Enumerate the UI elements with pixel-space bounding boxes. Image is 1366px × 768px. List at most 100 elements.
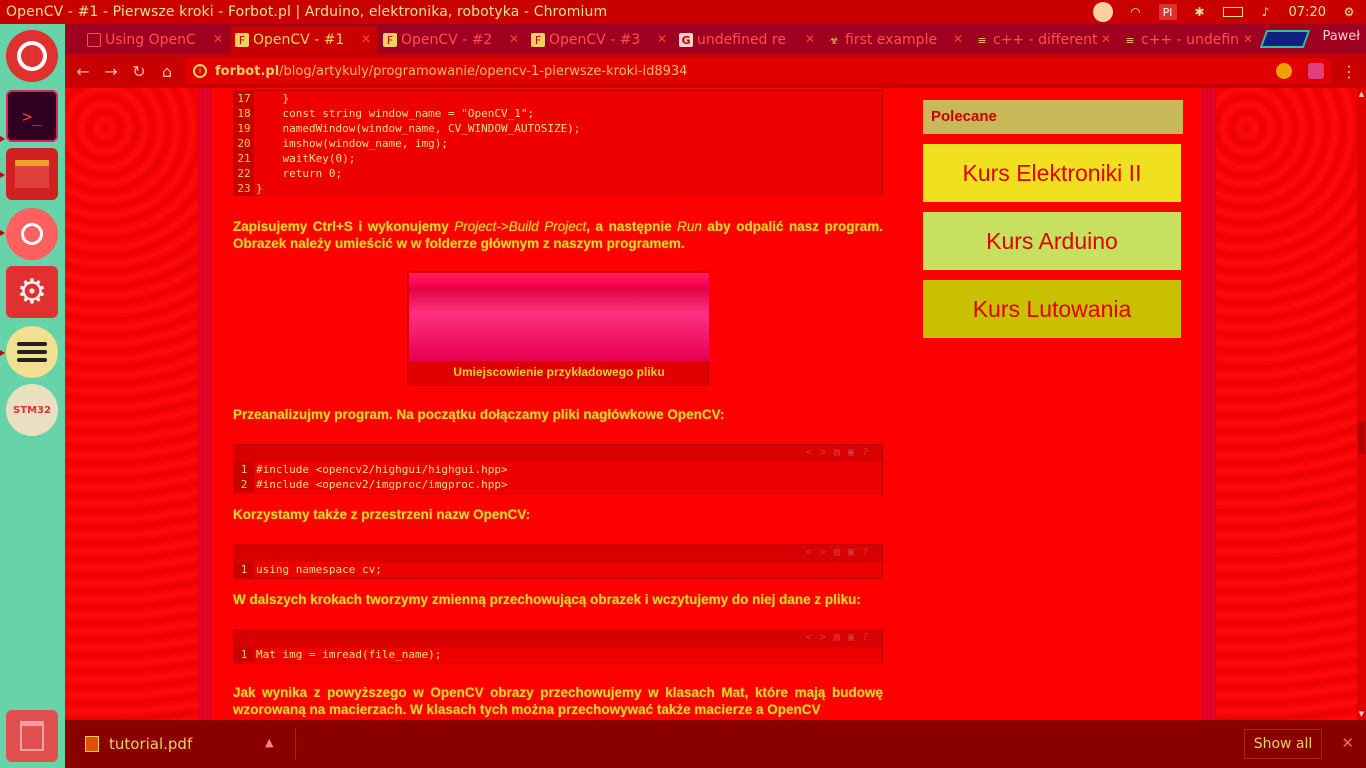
site-info-icon[interactable]: i [193, 64, 207, 78]
terminal-icon[interactable]: >_ [6, 90, 58, 142]
address-bar[interactable]: i forbot.pl/blog/artykuly/programowanie/… [185, 58, 1331, 84]
back-arrow-icon[interactable]: ← [73, 61, 93, 81]
settings-icon[interactable]: ⚙ [6, 266, 58, 318]
tab[interactable]: F OpenCV - #2 ✕ [379, 26, 525, 54]
download-item[interactable]: tutorial.pdf [85, 735, 192, 753]
trash-icon[interactable] [6, 710, 58, 762]
code-block: 17 } 18 const string window_name = "Open… [233, 90, 883, 196]
code-block: <>▤▣? 1 using namespace cv; [233, 544, 883, 579]
close-tab-icon[interactable]: ✕ [213, 32, 223, 46]
code-toolbar: <>▤▣? [234, 630, 882, 647]
sidebar-heading: Polecane [923, 100, 1183, 134]
background-pattern [1207, 88, 1357, 720]
keyboard-layout-indicator[interactable]: Pl [1158, 4, 1177, 20]
line-number: 1 [234, 562, 254, 577]
line-number: 17 [234, 91, 254, 106]
tab[interactable]: F OpenCV - #3 ✕ [527, 26, 673, 54]
screenshot-image[interactable] [409, 273, 709, 361]
power-gear-icon[interactable]: ⚙ [1340, 4, 1358, 20]
profile-button[interactable]: Paweł [1322, 29, 1360, 44]
code-tools-icons[interactable]: <>▤▣? [806, 447, 876, 458]
show-all-downloads-button[interactable]: Show all [1244, 729, 1322, 759]
course-soldering-button[interactable]: Kurs Lutowania [923, 280, 1181, 338]
close-tab-icon[interactable]: ✕ [1243, 32, 1253, 46]
files-icon[interactable] [6, 148, 58, 200]
page-scrollbar[interactable]: ▲ ▼ [1357, 88, 1366, 720]
menu-path-text: Project->Build Project [454, 219, 587, 234]
code-text: Mat img = imread(file_name); [256, 648, 442, 661]
chevron-up-icon[interactable]: ▲ [265, 736, 273, 749]
close-tab-icon[interactable]: ✕ [657, 32, 667, 46]
paragraph: W dalszych krokach tworzymy zmienną prze… [233, 592, 861, 607]
scroll-down-icon[interactable]: ▼ [1357, 710, 1366, 718]
close-tab-icon[interactable]: ✕ [509, 32, 519, 46]
close-icon[interactable]: ✕ [1341, 734, 1354, 752]
close-tab-icon[interactable]: ✕ [1101, 32, 1111, 46]
menu-kebab-icon[interactable]: ⋮ [1339, 61, 1359, 81]
scroll-up-icon[interactable]: ▲ [1357, 90, 1366, 98]
line-number: 23 [234, 181, 254, 196]
wifi-icon[interactable]: ◠ [1127, 4, 1145, 20]
stackoverflow-icon: ≡ [977, 33, 987, 47]
reload-icon[interactable]: ↻ [129, 61, 149, 81]
pdf-file-icon [85, 736, 99, 752]
code-tools-icons[interactable]: <>▤▣? [806, 632, 876, 643]
ubuntu-dash-icon[interactable] [6, 30, 58, 82]
forbot-icon: F [531, 33, 545, 47]
tab[interactable]: ≡ c++ - undefin ✕ [1119, 26, 1259, 54]
decorative-stripe [198, 88, 212, 720]
course-electronics-button[interactable]: Kurs Elektroniki II [923, 144, 1181, 202]
tab-label: undefined re [697, 32, 786, 48]
unity-launcher: >_ ⚙ STM32 [0, 24, 65, 768]
scroll-thumb[interactable] [1358, 422, 1365, 454]
chromium-icon[interactable] [6, 208, 58, 260]
tab-active[interactable]: F OpenCV - #1 ✕ [231, 26, 377, 54]
close-tab-icon[interactable]: ✕ [953, 32, 963, 46]
code-text: #include <opencv2/highgui/highgui.hpp> [256, 463, 508, 476]
browser-tab-strip: Using OpenC ✕ F OpenCV - #1 ✕ F OpenCV -… [65, 24, 1366, 54]
forward-arrow-icon[interactable]: → [101, 61, 121, 81]
spotify-icon[interactable] [6, 326, 58, 378]
home-icon[interactable]: ⌂ [157, 61, 177, 81]
stm32-tools-icon[interactable]: STM32 [6, 384, 58, 436]
tab-label: OpenCV - #1 [253, 32, 345, 48]
battery-icon[interactable] [1222, 7, 1243, 17]
url-text: forbot.pl/blog/artykuly/programowanie/op… [215, 64, 687, 79]
bluetooth-icon[interactable]: ✱ [1191, 4, 1209, 20]
code-text: waitKey(0); [256, 152, 356, 165]
web-page: 17 } 18 const string window_name = "Open… [65, 88, 1357, 720]
tab-label: c++ - undefin [1141, 32, 1240, 48]
code-line: 1 #include <opencv2/highgui/highgui.hpp> [234, 462, 882, 477]
background-pattern [65, 88, 215, 720]
tab[interactable]: G undefined re ✕ [675, 26, 821, 54]
tab[interactable]: ≡ c++ - different ✕ [971, 26, 1117, 54]
tab-label: OpenCV - #3 [549, 32, 641, 48]
paragraph: Przeanalizujmy program. Na początku dołą… [233, 407, 725, 422]
tab-label: OpenCV - #2 [401, 32, 493, 48]
course-arduino-button[interactable]: Kurs Arduino [923, 212, 1181, 270]
forbot-icon: F [235, 33, 249, 47]
window-title: OpenCV - #1 - Pierwsze kroki - Forbot.pl… [6, 4, 608, 20]
volume-icon[interactable]: ♪ [1257, 4, 1275, 20]
paragraph: Jak wynika z powyższego w OpenCV obrazy … [233, 685, 883, 717]
google-icon: G [679, 33, 693, 47]
line-number: 22 [234, 166, 254, 181]
system-tray: ◠ Pl ✱ ♪ 07:20 ⚙ [1092, 0, 1366, 24]
code-text: } [256, 92, 290, 105]
code-tools-icons[interactable]: <>▤▣? [806, 547, 876, 558]
extension-icon[interactable] [1276, 63, 1292, 79]
clock[interactable]: 07:20 [1289, 5, 1326, 20]
paragraph: Zapisujemy Ctrl+S i wykonujemy Project->… [233, 218, 883, 252]
close-tab-icon[interactable]: ✕ [805, 32, 815, 46]
line-number: 2 [234, 477, 254, 492]
code-line: 21 waitKey(0); [234, 151, 882, 166]
close-tab-icon[interactable]: ✕ [361, 32, 371, 46]
tab[interactable]: Using OpenC ✕ [83, 26, 229, 54]
text: , a następnie [586, 219, 678, 234]
tab[interactable]: ☣ first example ✕ [823, 26, 969, 54]
code-line: 2 #include <opencv2/imgproc/imgproc.hpp> [234, 477, 882, 492]
avatar-icon[interactable] [1092, 2, 1113, 22]
new-tab-button[interactable] [1259, 30, 1311, 48]
extension-icon[interactable] [1308, 63, 1324, 79]
code-line: 23} [234, 181, 882, 196]
